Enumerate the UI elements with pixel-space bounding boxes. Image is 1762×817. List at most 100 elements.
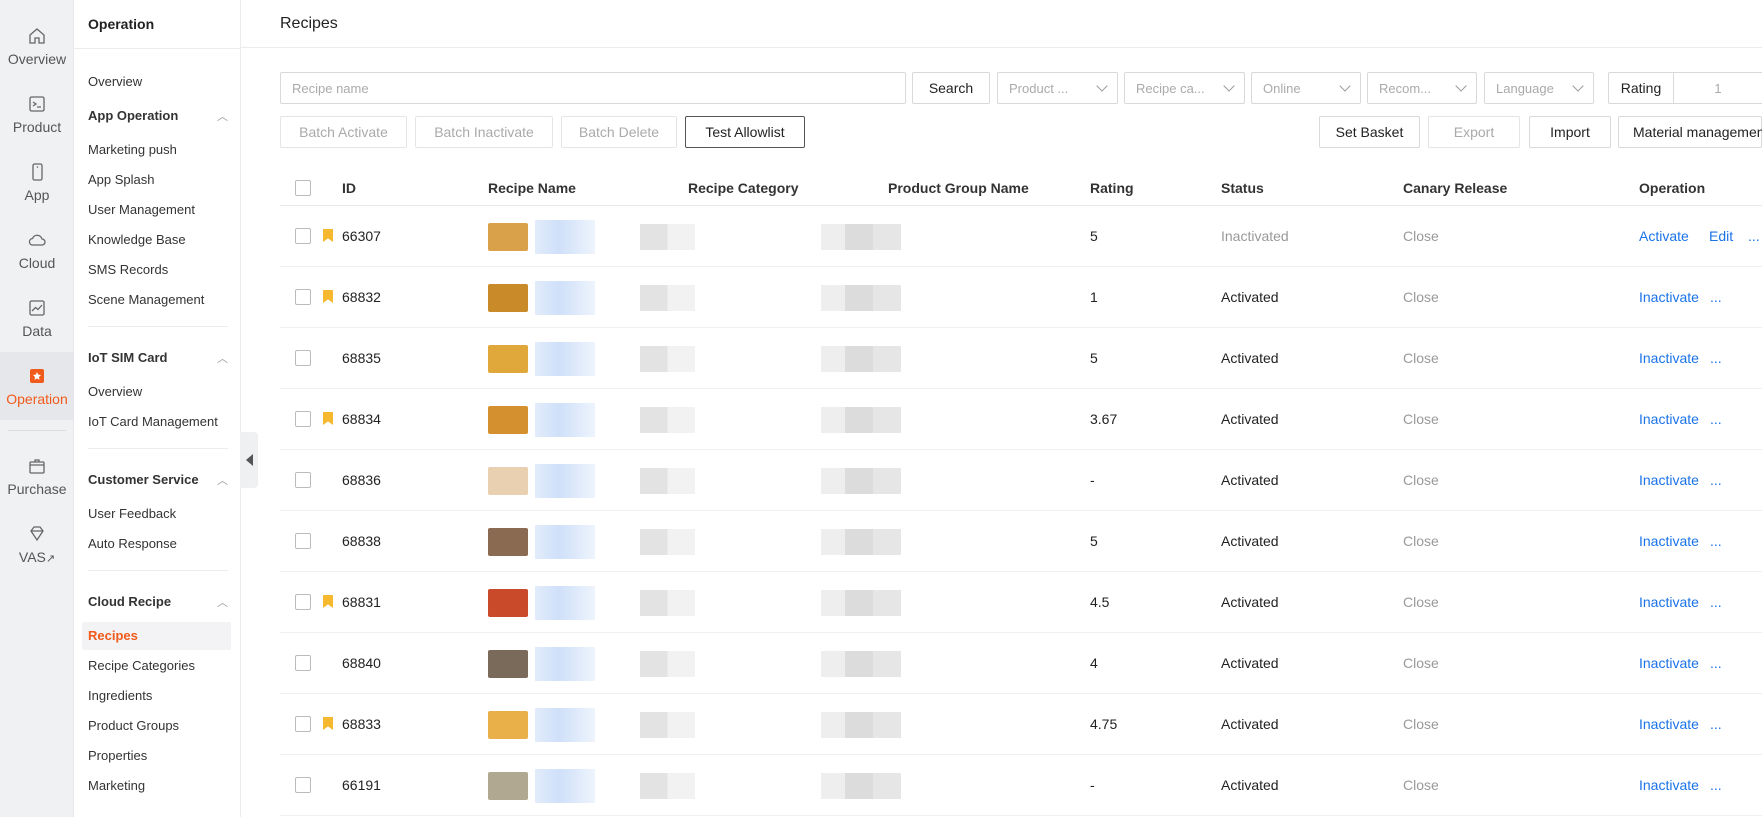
nav-iot-overview[interactable]: Overview	[88, 384, 142, 399]
nav-iot-card-management[interactable]: IoT Card Management	[88, 414, 218, 429]
inactivate-link[interactable]: Inactivate	[1639, 572, 1699, 633]
cell-id: 68832	[342, 289, 381, 305]
more-actions-link[interactable]: ...	[1710, 633, 1722, 694]
select-all-checkbox[interactable]	[295, 180, 311, 196]
nav-marketing[interactable]: Marketing	[88, 778, 145, 793]
recipe-name-search-input[interactable]	[280, 72, 906, 104]
nav-properties[interactable]: Properties	[88, 748, 147, 763]
row-checkbox[interactable]	[295, 777, 311, 793]
row-checkbox[interactable]	[295, 533, 311, 549]
set-basket-button[interactable]: Set Basket	[1319, 116, 1420, 148]
import-button[interactable]: Import	[1529, 116, 1611, 148]
nav-user-feedback[interactable]: User Feedback	[88, 506, 176, 521]
more-actions-link[interactable]: ...	[1748, 206, 1760, 267]
recommend-select[interactable]: Recom...	[1367, 72, 1477, 104]
row-checkbox[interactable]	[295, 228, 311, 244]
more-actions-link[interactable]: ...	[1710, 511, 1722, 572]
recipe-category-redacted	[640, 468, 695, 494]
inactivate-link[interactable]: Inactivate	[1639, 633, 1699, 694]
rating-filter-input[interactable]: 1	[1674, 73, 1762, 103]
inactivate-link[interactable]: Inactivate	[1639, 755, 1699, 816]
cell-id: 68836	[342, 472, 381, 488]
batch-activate-button[interactable]: Batch Activate	[280, 116, 407, 148]
recipe-thumbnail	[488, 284, 528, 312]
inactivate-link[interactable]: Inactivate	[1639, 694, 1699, 755]
more-actions-link[interactable]: ...	[1710, 450, 1722, 511]
more-actions-link[interactable]: ...	[1710, 389, 1722, 450]
rail-item-label: App	[24, 186, 50, 203]
table-row[interactable]: 66307 5 Inactivated Close Activate Edit...	[280, 206, 1762, 267]
activate-link[interactable]: Activate	[1639, 206, 1689, 267]
chevron-up-icon: ︿	[217, 353, 228, 365]
material-management-button[interactable]: Material management	[1618, 116, 1762, 148]
nav-group-iot-sim[interactable]: IoT SIM Card ︿	[88, 350, 228, 366]
export-button[interactable]: Export	[1428, 116, 1520, 148]
row-checkbox[interactable]	[295, 472, 311, 488]
inactivate-link[interactable]: Inactivate	[1639, 389, 1699, 450]
more-actions-link[interactable]: ...	[1710, 328, 1722, 389]
nav-group-customer-service[interactable]: Customer Service ︿	[88, 472, 228, 488]
nav-app-splash[interactable]: App Splash	[88, 172, 155, 187]
batch-delete-button[interactable]: Batch Delete	[561, 116, 677, 148]
more-actions-link[interactable]: ...	[1710, 694, 1722, 755]
nav-group-app-operation[interactable]: App Operation ︿	[88, 108, 228, 124]
rail-item-overview[interactable]: Overview	[0, 12, 74, 80]
row-checkbox[interactable]	[295, 655, 311, 671]
nav-ingredients[interactable]: Ingredients	[88, 688, 152, 703]
search-button[interactable]: Search	[912, 72, 990, 104]
more-actions-link[interactable]: ...	[1710, 267, 1722, 328]
row-checkbox[interactable]	[295, 594, 311, 610]
inactivate-link[interactable]: Inactivate	[1639, 450, 1699, 511]
rail-item-product[interactable]: Product	[0, 80, 74, 148]
chevron-up-icon: ︿	[217, 475, 228, 487]
table-row[interactable]: 68838 5 Activated Close Inactivate...	[280, 511, 1762, 572]
nav-scene-management[interactable]: Scene Management	[88, 292, 204, 307]
inactivate-link[interactable]: Inactivate	[1639, 511, 1699, 572]
row-checkbox[interactable]	[295, 350, 311, 366]
nav-recipes[interactable]: Recipes	[88, 628, 138, 643]
recipe-name-redacted	[535, 342, 595, 376]
table-row[interactable]: 68834 3.67 Activated Close Inactivate...	[280, 389, 1762, 450]
nav-recipe-categories[interactable]: Recipe Categories	[88, 658, 195, 673]
recipe-category-select[interactable]: Recipe ca...	[1124, 72, 1245, 104]
rail-item-data[interactable]: Data	[0, 284, 74, 352]
rail-item-cloud[interactable]: Cloud	[0, 216, 74, 284]
nav-knowledge-base[interactable]: Knowledge Base	[88, 232, 186, 247]
nav-marketing-push[interactable]: Marketing push	[88, 142, 177, 157]
nav-sms-records[interactable]: SMS Records	[88, 262, 168, 277]
row-checkbox[interactable]	[295, 716, 311, 732]
chevron-down-icon	[1572, 80, 1584, 92]
table-row[interactable]: 68836 - Activated Close Inactivate...	[280, 450, 1762, 511]
rail-item-label: VAS↗	[18, 548, 56, 565]
rail-item-app[interactable]: App	[0, 148, 74, 216]
more-actions-link[interactable]: ...	[1710, 572, 1722, 633]
table-row[interactable]: 68835 5 Activated Close Inactivate...	[280, 328, 1762, 389]
test-allowlist-button[interactable]: Test Allowlist	[685, 116, 805, 148]
rail-item-purchase[interactable]: Purchase	[0, 442, 74, 510]
cell-status: Activated	[1221, 716, 1279, 732]
nav-auto-response[interactable]: Auto Response	[88, 536, 177, 551]
language-select[interactable]: Language	[1484, 72, 1594, 104]
table-row[interactable]: 68831 4.5 Activated Close Inactivate...	[280, 572, 1762, 633]
nav-user-management[interactable]: User Management	[88, 202, 195, 217]
nav-group-label: Customer Service	[88, 472, 199, 487]
cell-canary-release: Close	[1403, 472, 1439, 488]
inactivate-link[interactable]: Inactivate	[1639, 328, 1699, 389]
row-checkbox[interactable]	[295, 289, 311, 305]
table-row[interactable]: 66191 - Activated Close Inactivate...	[280, 755, 1762, 816]
nav-overview[interactable]: Overview	[88, 74, 142, 89]
table-row[interactable]: 68832 1 Activated Close Inactivate...	[280, 267, 1762, 328]
row-checkbox[interactable]	[295, 411, 311, 427]
batch-inactivate-button[interactable]: Batch Inactivate	[415, 116, 553, 148]
online-select[interactable]: Online	[1251, 72, 1361, 104]
rail-item-operation[interactable]: Operation	[0, 352, 74, 420]
inactivate-link[interactable]: Inactivate	[1639, 267, 1699, 328]
nav-product-groups[interactable]: Product Groups	[88, 718, 179, 733]
edit-link[interactable]: Edit	[1709, 206, 1733, 267]
table-row[interactable]: 68840 4 Activated Close Inactivate...	[280, 633, 1762, 694]
table-row[interactable]: 68833 4.75 Activated Close Inactivate...	[280, 694, 1762, 755]
nav-group-cloud-recipe[interactable]: Cloud Recipe ︿	[88, 594, 228, 610]
more-actions-link[interactable]: ...	[1710, 755, 1722, 816]
product-select[interactable]: Product ...	[997, 72, 1118, 104]
rail-item-vas[interactable]: VAS↗	[0, 510, 74, 578]
